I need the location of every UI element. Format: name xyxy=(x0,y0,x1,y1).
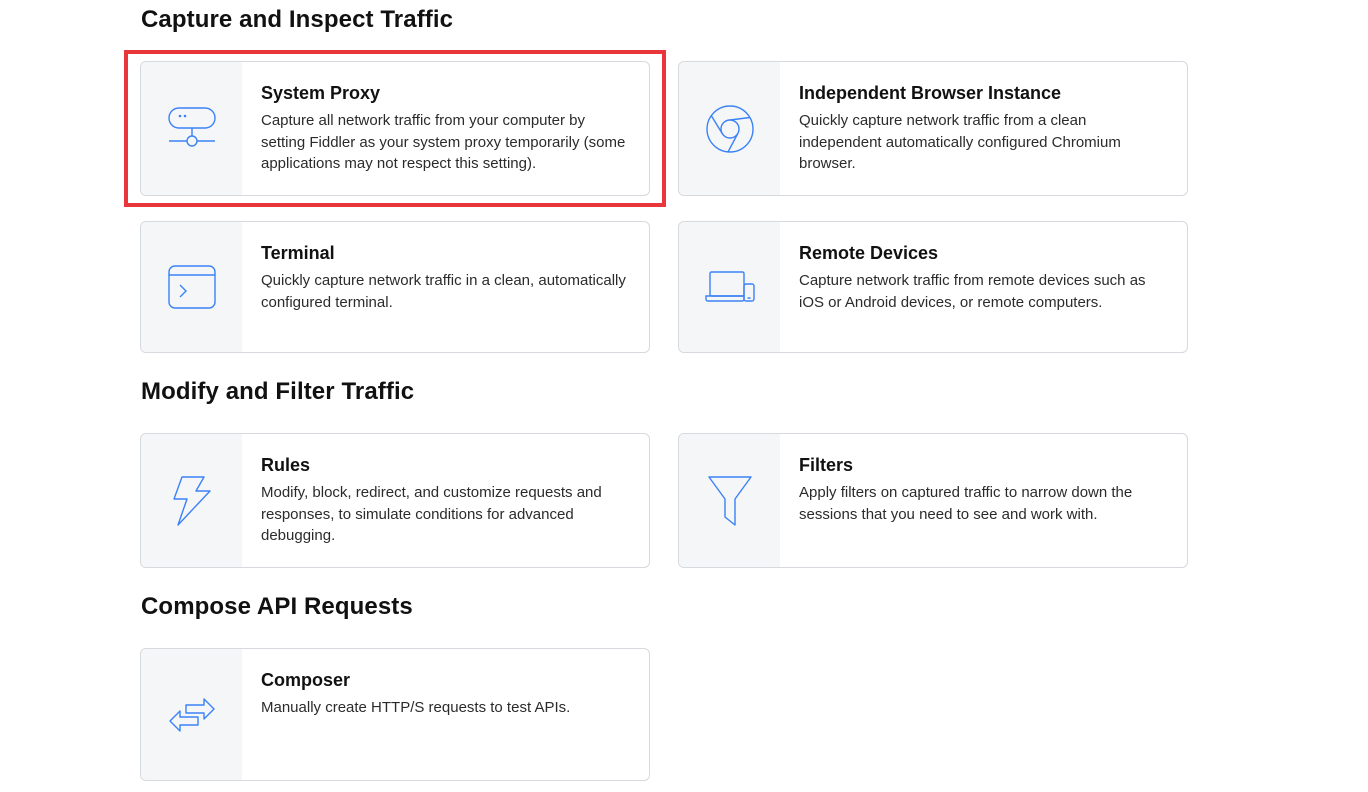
card-composer[interactable]: Composer Manually create HTTP/S requests… xyxy=(140,648,650,781)
card-icon-panel xyxy=(141,434,242,567)
card-title: Terminal xyxy=(261,243,335,263)
card-title: Filters xyxy=(799,455,854,475)
card-filters[interactable]: Filters Apply filters on captured traffi… xyxy=(678,433,1188,568)
section-title-compose: Compose API Requests xyxy=(141,593,413,620)
card-remote-devices[interactable]: Remote Devices Capture network traffic f… xyxy=(678,221,1188,353)
card-icon-panel xyxy=(141,649,242,780)
card-body: Composer Manually create HTTP/S requests… xyxy=(242,649,588,780)
card-body: Filters Apply filters on captured traffi… xyxy=(780,434,1187,567)
card-description: Capture all network traffic from your co… xyxy=(261,112,626,172)
card-independent-browser[interactable]: Independent Browser Instance Quickly cap… xyxy=(678,61,1188,196)
card-title: Rules xyxy=(261,455,311,475)
card-icon-panel xyxy=(141,222,242,352)
get-started-page: Capture and Inspect Traffic System Proxy… xyxy=(0,0,1368,792)
laptop-phone-icon xyxy=(704,271,755,302)
card-description: Quickly capture network traffic from a c… xyxy=(799,112,1121,172)
section-title-modify: Modify and Filter Traffic xyxy=(141,378,415,405)
card-description: Modify, block, redirect, and customize r… xyxy=(261,484,602,544)
swap-arrows-icon xyxy=(168,697,215,732)
card-icon-panel xyxy=(679,222,780,352)
terminal-icon xyxy=(167,265,216,309)
network-proxy-icon xyxy=(167,106,216,147)
card-description: Quickly capture network traffic in a cle… xyxy=(261,272,626,311)
card-title: Independent Browser Instance xyxy=(799,83,1062,103)
card-body: Rules Modify, block, redirect, and custo… xyxy=(242,434,649,567)
card-title: Composer xyxy=(261,670,351,690)
card-system-proxy[interactable]: System Proxy Capture all network traffic… xyxy=(140,61,650,196)
card-description: Apply filters on captured traffic to nar… xyxy=(799,484,1133,523)
card-icon-panel xyxy=(141,62,242,195)
card-body: Remote Devices Capture network traffic f… xyxy=(780,222,1187,352)
card-rules[interactable]: Rules Modify, block, redirect, and custo… xyxy=(140,433,650,568)
chromium-browser-icon xyxy=(705,104,754,153)
card-icon-panel xyxy=(679,62,780,195)
card-title: Remote Devices xyxy=(799,243,939,263)
funnel-filter-icon xyxy=(707,475,752,526)
card-icon-panel xyxy=(679,434,780,567)
card-body: System Proxy Capture all network traffic… xyxy=(242,62,649,195)
lightning-bolt-icon xyxy=(172,475,211,526)
card-description: Capture network traffic from remote devi… xyxy=(799,272,1146,311)
card-body: Terminal Quickly capture network traffic… xyxy=(242,222,649,352)
card-description: Manually create HTTP/S requests to test … xyxy=(261,699,571,716)
section-title-capture: Capture and Inspect Traffic xyxy=(141,6,454,33)
card-terminal[interactable]: Terminal Quickly capture network traffic… xyxy=(140,221,650,353)
card-title: System Proxy xyxy=(261,83,381,103)
card-body: Independent Browser Instance Quickly cap… xyxy=(780,62,1187,195)
